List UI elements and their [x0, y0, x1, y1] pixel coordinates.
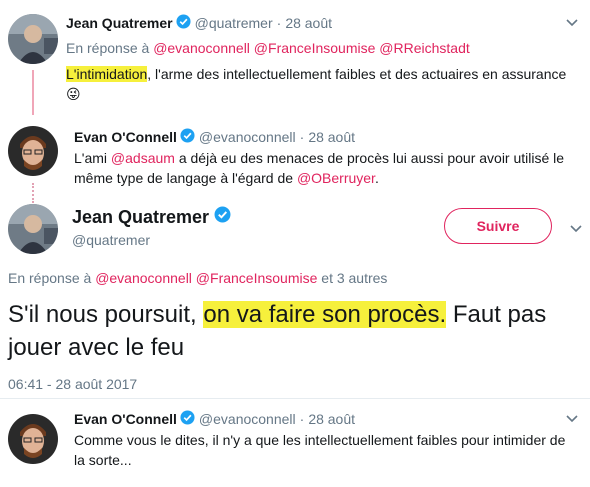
author-name[interactable]: Jean Quatremer [72, 207, 209, 228]
reply-mentions[interactable]: @evanoconnell @FranceInsoumise [95, 270, 317, 286]
tweet1-header: Jean Quatremer @quatremer · 28 août [66, 14, 333, 32]
reply-to-line: En réponse à @evanoconnell @FranceInsoum… [66, 40, 470, 56]
tweet-evan-oconnell-1[interactable]: Evan O'Connell @evanoconnell · 28 août L… [0, 118, 590, 193]
author-handle[interactable]: @quatremer [72, 232, 150, 248]
tweet-date[interactable]: 28 août [285, 15, 332, 31]
author-name[interactable]: Evan O'Connell [74, 129, 177, 145]
main-tweet-author: Jean Quatremer [72, 206, 235, 228]
author-handle[interactable]: @evanoconnell [199, 129, 296, 145]
mention-adsaum[interactable]: @adsaum [111, 150, 175, 166]
author-name[interactable]: Evan O'Connell [74, 411, 177, 427]
author-handle[interactable]: @evanoconnell [199, 411, 296, 427]
reply-to-line: En réponse à @evanoconnell @FranceInsoum… [8, 270, 388, 286]
reply-others[interactable]: et 3 autres [317, 270, 387, 286]
avatar-jean-quatremer-main[interactable] [8, 204, 58, 254]
verified-badge-icon [176, 14, 191, 32]
avatar-evan-oconnell[interactable] [8, 414, 58, 464]
chevron-down-icon[interactable] [570, 222, 582, 236]
author-name[interactable]: Jean Quatremer [66, 15, 173, 31]
follow-button[interactable]: Suivre [444, 208, 552, 244]
tweet-jean-quatremer-1[interactable]: Jean Quatremer @quatremer · 28 août En r… [0, 0, 590, 110]
author-handle[interactable]: @quatremer [195, 15, 273, 31]
chevron-down-icon[interactable] [566, 412, 578, 426]
tweet-text: L'ami @adsaum a déjà eu des menaces de p… [74, 150, 565, 186]
tweet-timestamp[interactable]: 06:41 - 28 août 2017 [8, 376, 137, 392]
tweet3-header: Evan O'Connell @evanoconnell · 28 août [74, 410, 356, 428]
highlighted-text: on va faire son procès. [203, 301, 447, 328]
tweet-evan-oconnell-2[interactable]: Evan O'Connell @evanoconnell · 28 août C… [0, 402, 590, 487]
tweet-text: Comme vous le dites, il n'y a que les in… [74, 432, 566, 468]
emoji: 😜 [66, 86, 81, 102]
reply-mentions[interactable]: @evanoconnell @FranceInsoumise @RReichst… [153, 40, 470, 56]
avatar-evan-oconnell[interactable] [8, 126, 58, 176]
verified-badge-icon [214, 206, 231, 228]
verified-badge-icon [180, 128, 195, 146]
divider [0, 398, 590, 399]
mention-oberruyer[interactable]: @OBerruyer [297, 170, 375, 186]
tweet2-header: Evan O'Connell @evanoconnell · 28 août [74, 128, 356, 146]
tweet-date[interactable]: 28 août [308, 129, 355, 145]
highlighted-text: L'intimidation [66, 66, 148, 82]
main-tweet[interactable]: Jean Quatremer @quatremer Suivre En répo… [0, 198, 590, 393]
verified-badge-icon [180, 410, 195, 428]
main-tweet-text: S'il nous poursuit, on va faire son proc… [8, 301, 547, 361]
avatar-jean-quatremer[interactable] [8, 14, 58, 64]
tweet-date[interactable]: 28 août [308, 411, 355, 427]
tweet-text: L'intimidation, l'arme des intellectuell… [66, 66, 567, 102]
chevron-down-icon[interactable] [566, 16, 578, 30]
